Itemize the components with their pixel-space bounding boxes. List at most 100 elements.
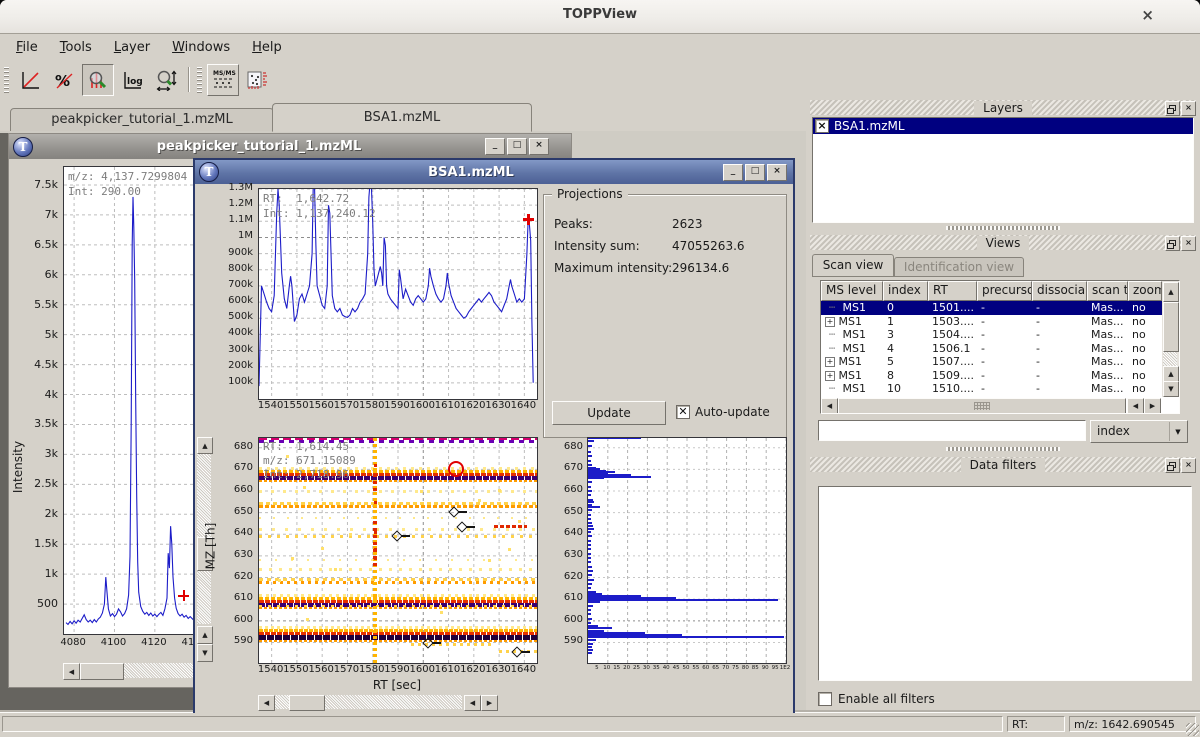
minimize-icon[interactable]: _ — [485, 138, 505, 155]
zoom-mode-icon[interactable] — [150, 64, 182, 96]
layers-list[interactable]: ×BSA1.mzML — [812, 117, 1194, 223]
scroll-thumb[interactable] — [1163, 302, 1179, 352]
menu-layer[interactable]: Layer — [104, 36, 162, 59]
axis-tick-label: 1.1M — [228, 214, 253, 225]
table-row[interactable]: ┄ MS1101510....--Mas...no — [821, 382, 1179, 396]
axis-tick-label: 5k — [45, 328, 58, 341]
scroll-thumb[interactable] — [289, 695, 325, 711]
menu-help[interactable]: Help — [242, 36, 294, 59]
app-titlebar[interactable]: TOPPView × — [0, 0, 1200, 34]
scroll-right-icon[interactable]: ▶ — [1144, 398, 1161, 414]
column-header-ms-level[interactable]: MS level — [821, 281, 883, 301]
menu-tools[interactable]: Tools — [50, 36, 104, 59]
scroll-down-icon[interactable]: ▼ — [197, 644, 213, 662]
tab-peakpicker_tutorial_1.mzML[interactable]: peakpicker_tutorial_1.mzML — [10, 108, 274, 132]
dock-close-icon[interactable]: × — [1181, 458, 1196, 473]
dock-float-icon[interactable] — [1165, 236, 1180, 251]
table-row[interactable]: + MS151507....--Mas...no — [821, 355, 1179, 369]
table-row[interactable]: + MS181509....--Mas...no — [821, 369, 1179, 383]
toolbar-grip[interactable] — [4, 67, 9, 93]
dot-plot-icon[interactable] — [241, 64, 273, 96]
column-header-dissocia[interactable]: dissocia — [1032, 281, 1087, 301]
layers-dock-header[interactable]: Layers × — [810, 100, 1196, 115]
table-vertical-scrollbar[interactable]: ▲ ▲ ▼ — [1162, 281, 1179, 397]
percentage-intensity-icon[interactable]: % — [48, 64, 80, 96]
dock-float-icon[interactable] — [1165, 101, 1180, 116]
app-close-icon[interactable]: × — [1141, 6, 1154, 24]
scroll-left-icon[interactable]: ◀ — [821, 398, 838, 414]
tree-expand-icon[interactable]: + — [825, 357, 835, 367]
tab-scan-view[interactable]: Scan view — [812, 254, 894, 277]
data-filters-dock-header[interactable]: Data filters × — [810, 457, 1196, 472]
tree-expand-icon[interactable]: + — [825, 371, 835, 381]
cell: - — [977, 301, 1032, 314]
menu-windows[interactable]: Windows — [162, 36, 242, 59]
dock-float-icon[interactable] — [1165, 458, 1180, 473]
views-dock-header[interactable]: Views × — [810, 235, 1196, 250]
maximize-icon[interactable]: □ — [507, 138, 527, 155]
column-header-index[interactable]: index — [883, 281, 928, 301]
column-header-rt[interactable]: RT — [928, 281, 977, 301]
table-row[interactable]: ┄ MS131504....--Mas...no — [821, 328, 1179, 342]
minimize-icon[interactable]: _ — [723, 164, 743, 181]
heatmap-horizontal-scrollbar[interactable]: ◀ ◀ ▶ — [258, 695, 498, 711]
bsa-titlebar[interactable]: T BSA1.mzML _ □ × — [195, 160, 793, 184]
column-header-precurso[interactable]: precurso — [977, 281, 1032, 301]
scroll-left-icon[interactable]: ◀ — [464, 695, 481, 711]
resize-grip[interactable] — [1186, 723, 1199, 736]
log-intensity-icon[interactable]: log — [116, 64, 148, 96]
chevron-down-icon[interactable]: ▼ — [1169, 422, 1186, 441]
layer-item[interactable]: ×BSA1.mzML — [813, 118, 1193, 134]
data-filters-list[interactable] — [818, 486, 1192, 681]
scan-table[interactable]: MS levelindexRTprecursodissociascan tyzo… — [820, 280, 1180, 414]
layer-visibility-checkbox[interactable]: × — [815, 119, 829, 133]
column-header-scan-ty[interactable]: scan ty — [1087, 281, 1128, 301]
table-row[interactable]: ┄ MS141506.1--Mas...no — [821, 342, 1179, 356]
close-icon[interactable]: × — [767, 164, 787, 181]
msms-view-icon[interactable]: MS/MS — [207, 64, 239, 96]
axis-tick-label: 660 — [564, 484, 583, 495]
scroll-thumb[interactable] — [80, 663, 124, 680]
rt-projection-plot[interactable]: RT: 1,642.72 Int: 1,137,240.12 — [258, 188, 538, 400]
maximize-icon[interactable]: □ — [745, 164, 765, 181]
scan-filter-input[interactable] — [818, 420, 1086, 441]
scan-table-header[interactable]: MS levelindexRTprecursodissociascan tyzo… — [821, 281, 1179, 301]
menu-file[interactable]: File — [6, 36, 50, 59]
auto-update-checkbox[interactable]: ✕ — [676, 405, 690, 419]
close-icon[interactable]: × — [529, 138, 549, 155]
tab-identification-view[interactable]: Identification view — [894, 257, 1024, 277]
heatmap-band — [259, 640, 537, 642]
linear-intensity-icon[interactable] — [14, 64, 46, 96]
scan-table-body[interactable]: ┄ MS101501....--Mas...no+ MS111503....--… — [821, 301, 1179, 396]
scroll-up-icon[interactable]: ▲ — [1163, 282, 1179, 302]
scroll-left-icon[interactable]: ◀ — [1127, 398, 1144, 414]
toolbar-grip-2[interactable] — [197, 67, 202, 93]
bsa-body: 1.3M1.2M1.1M1M900k800k700k600k500k400k30… — [195, 184, 793, 713]
tab-BSA1.mzML[interactable]: BSA1.mzML — [272, 103, 532, 132]
scroll-left-icon[interactable]: ◀ — [63, 663, 80, 680]
dock-close-icon[interactable]: × — [1181, 101, 1196, 116]
cell: 1504.... — [928, 328, 977, 341]
dock-splitter[interactable] — [946, 447, 1060, 451]
heatmap-plot[interactable]: RT: 1,614.45 m/z: 671.15089 Int: 2,718.9… — [258, 437, 538, 664]
snap-intensity-icon[interactable] — [82, 64, 114, 96]
scan-filter-combo[interactable]: index ▼ — [1090, 420, 1188, 443]
scroll-up-icon[interactable]: ▲ — [1163, 366, 1179, 382]
scroll-thumb[interactable] — [838, 398, 1126, 414]
table-row[interactable]: ┄ MS101501....--Mas...no — [821, 301, 1179, 315]
peakpicker-titlebar[interactable]: T peakpicker_tutorial_1.mzML _ □ × — [9, 134, 571, 159]
tree-expand-icon[interactable]: + — [825, 317, 835, 327]
scroll-left-icon[interactable]: ◀ — [258, 695, 275, 711]
mz-projection-plot[interactable] — [587, 437, 787, 664]
column-header-zoom[interactable]: zoom — [1128, 281, 1162, 301]
scroll-up-icon[interactable]: ▲ — [197, 626, 213, 644]
update-button[interactable]: Update — [552, 401, 666, 425]
scroll-up-icon[interactable]: ▲ — [197, 437, 213, 454]
dock-close-icon[interactable]: × — [1181, 236, 1196, 251]
scroll-down-icon[interactable]: ▼ — [1163, 381, 1179, 397]
dock-splitter[interactable] — [946, 226, 1060, 230]
scroll-right-icon[interactable]: ▶ — [481, 695, 498, 711]
enable-all-filters-checkbox[interactable] — [818, 692, 832, 706]
table-row[interactable]: + MS111503....--Mas...no — [821, 315, 1179, 329]
table-horizontal-scrollbar[interactable]: ◀ ◀ ▶ — [821, 397, 1162, 413]
